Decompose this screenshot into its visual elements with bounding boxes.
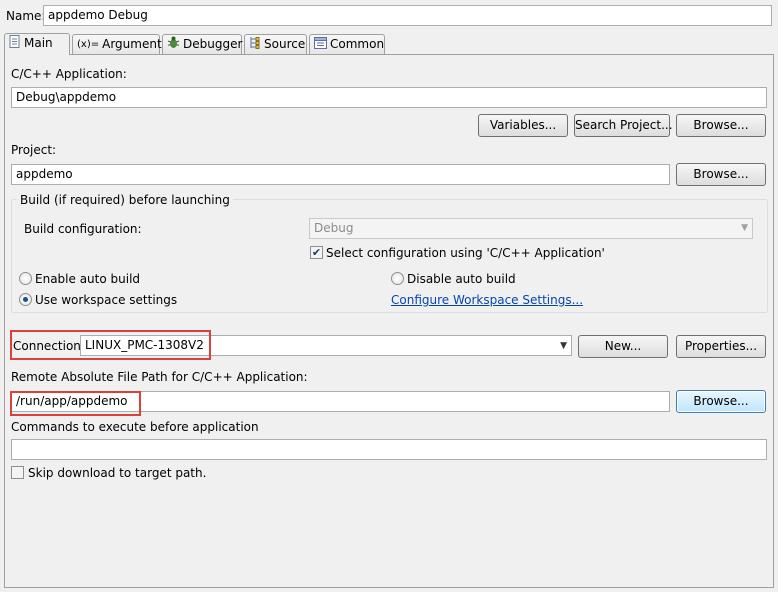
tab-arguments[interactable]: (x)= Arguments [72, 34, 168, 54]
common-icon [314, 36, 327, 54]
tab-bar: Main (x)= Arguments Debugger Source Commo… [4, 33, 774, 55]
configure-workspace-link[interactable]: Configure Workspace Settings... [391, 292, 583, 308]
select-config-checkbox[interactable]: ✔ [310, 246, 323, 259]
main-tab-icon [9, 34, 21, 53]
name-label: Name: [6, 9, 46, 23]
disable-auto-build-radio[interactable] [391, 272, 404, 285]
commands-input[interactable] [11, 439, 767, 460]
build-group-title: Build (if required) before launching [17, 192, 233, 208]
enable-auto-build-label: Enable auto build [35, 272, 141, 286]
name-input[interactable]: appdemo Debug [43, 5, 772, 26]
use-workspace-settings-label: Use workspace settings [35, 293, 178, 307]
use-workspace-settings-radio[interactable] [19, 293, 32, 306]
build-config-select: Debug ▼ [309, 218, 753, 239]
project-input[interactable]: appdemo [11, 164, 670, 185]
source-icon [249, 36, 261, 54]
new-connection-button[interactable]: New... [578, 335, 668, 358]
tab-source-label: Source [264, 37, 306, 51]
remote-browse-button[interactable]: Browse... [676, 390, 766, 413]
build-config-value: Debug [314, 221, 354, 235]
tab-arguments-label: Arguments [102, 37, 168, 51]
connection-properties-button[interactable]: Properties... [676, 335, 766, 358]
remote-path-highlight [10, 391, 141, 416]
project-label: Project: [11, 143, 57, 157]
application-label: C/C++ Application: [11, 67, 127, 81]
skip-download-checkbox[interactable] [11, 466, 24, 479]
disable-auto-build-label: Disable auto build [407, 272, 516, 286]
remote-path-label: Remote Absolute File Path for C/C++ Appl… [11, 370, 308, 384]
project-browse-button[interactable]: Browse... [676, 163, 766, 186]
tab-debugger-label: Debugger [183, 37, 243, 51]
bug-icon [167, 36, 180, 54]
skip-download-label: Skip download to target path. [28, 466, 207, 480]
application-input[interactable]: Debug\appdemo [11, 87, 767, 108]
tab-common[interactable]: Common [309, 34, 385, 54]
chevron-down-icon: ▼ [560, 341, 567, 351]
search-project-button[interactable]: Search Project... [574, 114, 673, 137]
application-browse-button[interactable]: Browse... [676, 114, 766, 137]
connection-highlight [10, 330, 211, 360]
select-config-label: Select configuration using 'C/C++ Applic… [326, 246, 605, 260]
tab-debugger[interactable]: Debugger [162, 34, 242, 54]
build-config-label: Build configuration: [24, 222, 142, 236]
tab-common-label: Common [330, 37, 385, 51]
variable-x-icon: (x)= [77, 38, 100, 50]
commands-label: Commands to execute before application [11, 420, 259, 434]
variables-button[interactable]: Variables... [478, 114, 568, 137]
chevron-down-icon: ▼ [741, 223, 748, 233]
enable-auto-build-radio[interactable] [19, 272, 32, 285]
tab-main[interactable]: Main [4, 33, 70, 55]
tab-main-label: Main [24, 36, 53, 50]
tab-source[interactable]: Source [244, 34, 307, 54]
